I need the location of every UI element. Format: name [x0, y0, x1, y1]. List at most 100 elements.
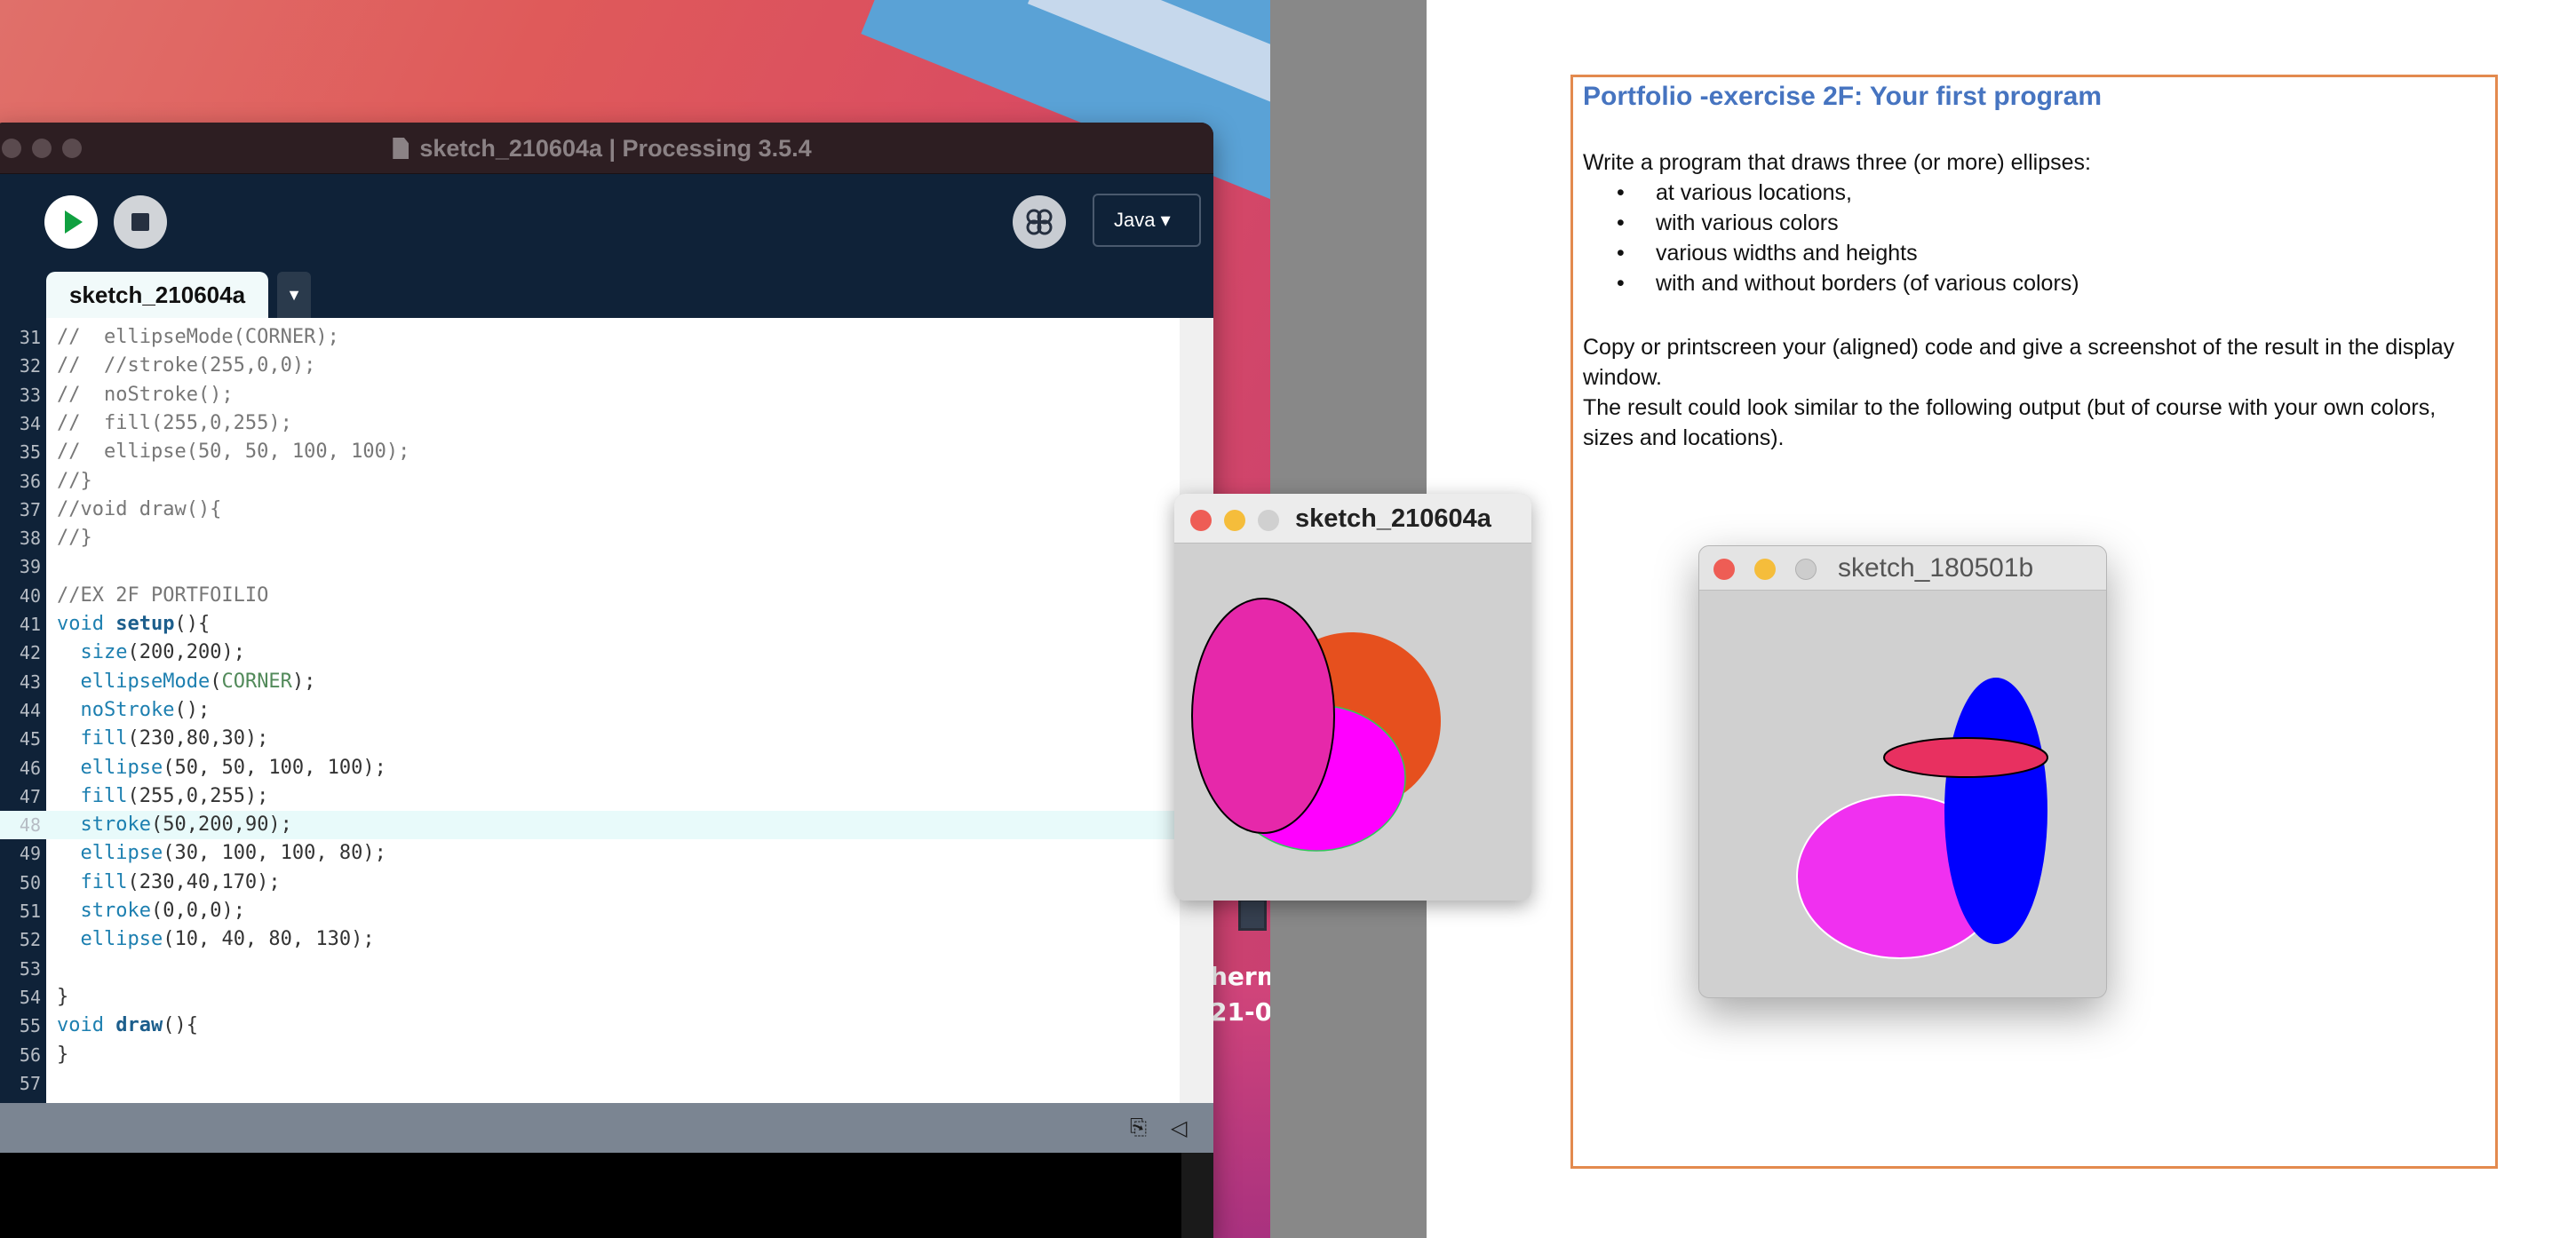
line-number: 40	[19, 584, 41, 607]
assignment-paragraph: Copy or printscreen your (aligned) code …	[1583, 335, 2455, 360]
line-number: 55	[19, 1015, 41, 1037]
assignment-intro: Write a program that draws three (or mor…	[1583, 150, 2091, 175]
mode-selector[interactable]: Java ▾	[1093, 194, 1201, 247]
pink-ellipse	[1191, 598, 1335, 834]
code-line[interactable]: 31 // ellipseMode(CORNER);	[0, 323, 1213, 352]
code-line[interactable]: 36 //}	[0, 467, 1213, 496]
line-number: 45	[19, 728, 41, 750]
sketch-window-title: sketch_210604a	[1295, 504, 1491, 533]
code-line[interactable]: 48 stroke(50,200,90);	[0, 811, 1213, 840]
console-scrollbar[interactable]	[1181, 1153, 1213, 1238]
code-line[interactable]: 44 noStroke();	[0, 696, 1213, 725]
console-output[interactable]	[0, 1153, 1190, 1238]
code-line[interactable]: 49 ellipse(30, 100, 100, 80);	[0, 839, 1213, 868]
code-editor[interactable]: 31 // ellipseMode(CORNER); 32 // //stroke(2…	[0, 318, 1213, 1103]
line-number: 52	[19, 929, 41, 951]
bullet-text: various widths and heights	[1656, 241, 1918, 266]
debugger-button[interactable]	[1013, 195, 1066, 249]
line-number: 44	[19, 699, 41, 721]
code-line[interactable]: 47 fill(255,0,255);	[0, 782, 1213, 811]
assignment-title: Portfolio -exercise 2F: Your first progr…	[1583, 82, 2103, 111]
bullet-text: with and without borders (of various col…	[1656, 271, 2079, 296]
line-number: 31	[19, 327, 41, 348]
tab-sketch[interactable]: sketch_210604a	[46, 272, 268, 318]
line-number: 41	[19, 614, 41, 635]
assignment-paragraph: window.	[1583, 365, 1662, 390]
code-line[interactable]: 50 fill(230,40,170);	[0, 869, 1213, 897]
line-number: 50	[19, 871, 41, 893]
code-line[interactable]: 37 //void draw(){	[0, 496, 1213, 524]
code-line[interactable]: 38 //}	[0, 524, 1213, 552]
ide-titlebar[interactable]: sketch_210604a | Processing 3.5.4	[0, 123, 1213, 174]
code-text: //}	[57, 527, 92, 550]
code-text: fill(255,0,255);	[80, 784, 269, 807]
line-number: 37	[19, 498, 41, 520]
code-text: //EX 2F PORTFOILIO	[57, 583, 269, 607]
code-line[interactable]: 39	[0, 552, 1213, 581]
console-header: ⎘ ◁	[0, 1103, 1213, 1153]
desktop-file-icon[interactable]	[1238, 899, 1267, 931]
line-number: 57	[19, 1072, 41, 1094]
document-icon	[393, 138, 409, 159]
example-canvas	[1699, 591, 2106, 997]
code-line[interactable]: 57	[0, 1069, 1213, 1098]
code-line[interactable]: 52 ellipse(10, 40, 80, 130);	[0, 925, 1213, 954]
code-text: noStroke();	[80, 698, 211, 721]
code-line[interactable]: 46 ellipse(50, 50, 100, 100);	[0, 754, 1213, 782]
code-text: }	[57, 985, 69, 1008]
line-number: 54	[19, 986, 41, 1008]
tab-menu-button[interactable]: ▼	[277, 272, 311, 318]
code-line[interactable]: 54}	[0, 983, 1213, 1012]
code-text: stroke(50,200,90);	[80, 813, 292, 837]
code-text: ellipse(10, 40, 80, 130);	[80, 928, 375, 951]
code-line[interactable]: 34 // fill(255,0,255);	[0, 409, 1213, 438]
minimize-window-button	[1754, 559, 1776, 580]
close-window-button	[1713, 559, 1735, 580]
line-number: 33	[19, 384, 41, 406]
code-text: // ellipse(50, 50, 100, 100);	[57, 440, 410, 464]
code-line[interactable]: 43 ellipseMode(CORNER);	[0, 668, 1213, 696]
code-line[interactable]: 51 stroke(0,0,0);	[0, 897, 1213, 925]
copy-console-icon[interactable]: ⎘	[1130, 1115, 1147, 1140]
zoom-window-button	[1795, 559, 1817, 580]
code-text: fill(230,80,30);	[80, 727, 269, 750]
code-line[interactable]: 35 // ellipse(50, 50, 100, 100);	[0, 438, 1213, 466]
debug-butterfly-icon	[1026, 209, 1053, 235]
code-line[interactable]: 40 //EX 2F PORTFOILIO	[0, 582, 1213, 610]
code-text: // ellipseMode(CORNER);	[57, 326, 339, 348]
sketch-canvas	[1174, 544, 1531, 901]
code-line[interactable]: 41 void setup(){	[0, 610, 1213, 639]
line-number: 42	[19, 642, 41, 664]
stop-button[interactable]	[114, 195, 167, 249]
code-line[interactable]: 42 size(200,200);	[0, 639, 1213, 667]
code-line[interactable]: 55 void draw(){	[0, 1012, 1213, 1040]
code-line[interactable]: 45 fill(230,80,30);	[0, 725, 1213, 753]
sketch-output-window: sketch_210604a	[1174, 494, 1531, 901]
line-number: 47	[19, 785, 41, 807]
code-text: // fill(255,0,255);	[57, 411, 292, 434]
line-number: 36	[19, 470, 41, 492]
code-text: ellipse(30, 100, 100, 80);	[80, 842, 386, 865]
assignment-paragraph: sizes and locations).	[1583, 425, 1785, 450]
code-line[interactable]: 32 // //stroke(255,0,0);	[0, 352, 1213, 380]
desktop-file-label[interactable]: herma 21-06	[1210, 959, 1270, 1030]
code-line[interactable]: 56}	[0, 1041, 1213, 1069]
code-line[interactable]: 33 // noStroke();	[0, 381, 1213, 409]
code-text: void draw(){	[57, 1014, 198, 1037]
code-text: //void draw(){	[57, 497, 222, 520]
example-window-title: sketch_180501b	[1838, 553, 2034, 583]
minimize-window-button[interactable]	[1224, 510, 1245, 531]
run-button[interactable]	[44, 195, 98, 249]
sketch-titlebar[interactable]: sketch_210604a	[1174, 494, 1531, 544]
blue-ellipse	[1944, 678, 2047, 944]
zoom-window-button[interactable]	[1258, 510, 1279, 531]
line-number: 48	[19, 814, 41, 837]
desktop-label-line: 21-06	[1210, 997, 1270, 1027]
collapse-console-icon[interactable]: ◁	[1171, 1115, 1187, 1141]
line-number: 35	[19, 441, 41, 464]
code-text: fill(230,40,170);	[80, 870, 281, 893]
code-line[interactable]: 53	[0, 955, 1213, 983]
code-text: ellipseMode(CORNER);	[80, 670, 316, 693]
line-number: 46	[19, 757, 41, 779]
close-window-button[interactable]	[1190, 510, 1212, 531]
